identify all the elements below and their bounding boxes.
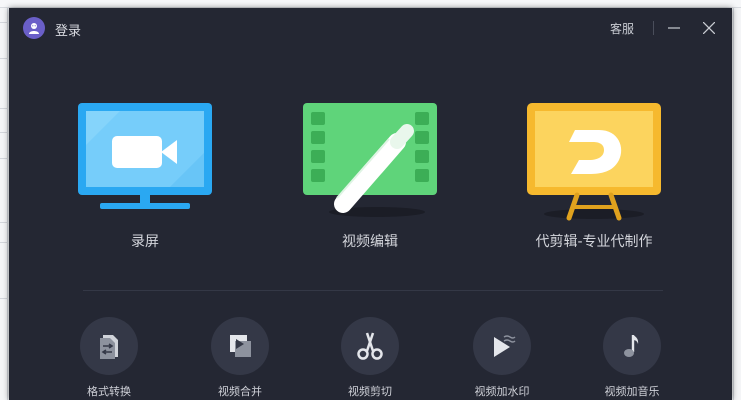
app-window: 登录 客服 录屏 视频编辑 代剪辑-专业代制作 格式转换 视频合并 视频剪切 视…	[9, 8, 732, 400]
format-convert-icon	[80, 317, 138, 375]
video-merge-icon	[211, 317, 269, 375]
scissors-icon	[341, 317, 399, 375]
tool-video-watermark[interactable]: 视频加水印	[457, 317, 547, 400]
tool-label-merge: 视频合并	[218, 385, 262, 398]
login-link[interactable]: 登录	[55, 20, 81, 39]
minimize-button[interactable]	[665, 18, 683, 38]
tool-video-music[interactable]: 视频加音乐	[587, 317, 677, 400]
tool-label-watermark: 视频加水印	[474, 385, 530, 398]
close-button[interactable]	[699, 18, 719, 38]
tool-video-merge[interactable]: 视频合并	[195, 317, 285, 400]
feature-pro-editing[interactable]: 代剪辑-专业代制作	[509, 100, 679, 270]
tool-format-convert[interactable]: 格式转换	[64, 317, 154, 400]
music-note-icon	[603, 317, 661, 375]
titlebar: 登录 客服	[9, 8, 732, 48]
feature-label-video-edit: 视频编辑	[342, 234, 398, 250]
tool-label-format: 格式转换	[87, 385, 131, 398]
feature-screen-record[interactable]: 录屏	[60, 100, 230, 270]
video-edit-icon	[303, 103, 437, 217]
close-icon	[703, 22, 715, 34]
feature-label-record: 录屏	[131, 234, 159, 250]
feature-label-pro-editing: 代剪辑-专业代制作	[535, 234, 653, 250]
section-divider	[83, 290, 663, 291]
feature-video-edit[interactable]: 视频编辑	[285, 100, 455, 270]
user-avatar-icon[interactable]	[23, 17, 45, 39]
minimize-icon	[668, 27, 680, 29]
pro-editing-easel-icon	[527, 103, 661, 221]
background-window-strip	[0, 0, 741, 8]
tool-video-cut[interactable]: 视频剪切	[325, 317, 415, 400]
background-window-left	[0, 8, 8, 400]
watermark-icon	[473, 317, 531, 375]
tool-label-cut: 视频剪切	[348, 385, 392, 398]
screen-record-icon	[78, 103, 212, 209]
tool-label-music: 视频加音乐	[604, 385, 660, 398]
titlebar-separator	[653, 21, 654, 35]
customer-service-link[interactable]: 客服	[610, 20, 634, 37]
background-window-right	[733, 8, 741, 400]
